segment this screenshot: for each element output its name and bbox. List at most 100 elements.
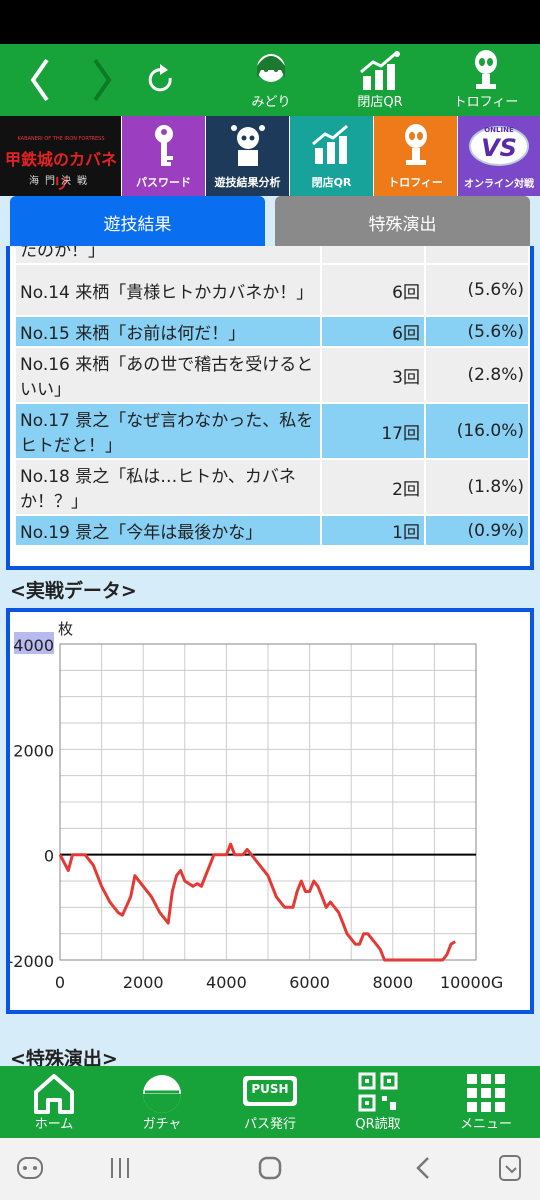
table-row: No.19 景之「今年は最後かな」 1回 (0.9%): [14, 514, 530, 547]
logo-subtitle: 海門決戦: [29, 176, 93, 187]
top-nav: みどり 閉店QR トロフィー: [0, 44, 540, 116]
row-name: No.16 来栖「あの世で稽古を受けるといい」: [14, 346, 322, 404]
password-banner[interactable]: パスワード: [122, 116, 206, 196]
x-tick-label: 8000: [372, 973, 413, 992]
recents-icon[interactable]: [106, 1154, 134, 1182]
y-tick-label: -2000: [10, 952, 54, 971]
table-row: たのか！」: [14, 246, 530, 265]
y-axis-unit-label: 枚: [58, 620, 73, 638]
bottom-nav-pass-label: パス発行: [243, 1117, 296, 1132]
home-circle-icon[interactable]: [256, 1154, 284, 1182]
row-name: たのか！」: [14, 246, 322, 265]
screenshot-icon[interactable]: [496, 1154, 524, 1182]
back-chevron-icon: [30, 58, 49, 102]
row-count: 1回: [320, 514, 426, 547]
tab-play-results-label: 遊技結果: [103, 214, 172, 235]
row-count: 6回: [320, 263, 426, 317]
system-nav-bar: [0, 1138, 540, 1200]
x-tick-label: 0: [55, 973, 65, 992]
results-table: たのか！」 No.14 来栖「貴様ヒトかカバネか！」 6回 (5.6%) No.…: [14, 246, 530, 547]
battle-data-chart: 4000 2000 0 -2000 枚 0 2000 4000 6000 8000 10000G: [6, 608, 534, 1014]
row-percent: (2.8%): [424, 346, 530, 404]
bottom-nav-home-label: ホーム: [34, 1117, 74, 1132]
home-icon: [34, 1074, 74, 1114]
closing-qr-banner[interactable]: 閉店QR: [290, 116, 374, 196]
character-icon: [257, 54, 285, 82]
analysis-label: 遊技結果分析: [214, 176, 281, 189]
analysis-icon: [230, 125, 265, 166]
qr-chart-icon: [360, 51, 400, 90]
status-bar: [0, 0, 540, 44]
menu-grid-icon: [467, 1074, 505, 1112]
x-tick-label: 10000G: [440, 973, 503, 992]
nav-trophy-label: トロフィー: [453, 95, 519, 110]
results-panel: たのか！」 No.14 来栖「貴様ヒトかカバネか！」 6回 (5.6%) No.…: [6, 246, 534, 570]
nav-trophy[interactable]: トロフィー: [448, 44, 524, 116]
row-name: No.18 景之「私は…ヒトか、カバネか！？」: [14, 458, 322, 516]
game-launcher-icon[interactable]: [16, 1154, 44, 1182]
row-name: No.19 景之「今年は最後かな」: [14, 514, 322, 547]
battle-data-heading: <実戦データ>: [10, 580, 137, 602]
analysis-banner[interactable]: 遊技結果分析: [206, 116, 290, 196]
trophy-label: トロフィー: [388, 176, 443, 189]
bottom-nav-qr-scan[interactable]: QR読取: [324, 1066, 432, 1138]
y-tick-label: 4000: [13, 636, 54, 655]
bottom-nav-gacha[interactable]: ガチャ: [108, 1066, 216, 1138]
result-tabs: 遊技結果 特殊演出: [10, 196, 530, 248]
x-tick-label: 6000: [289, 973, 330, 992]
gacha-icon: [143, 1075, 181, 1113]
trophy-banner[interactable]: トロフィー: [374, 116, 458, 196]
back-chevron-icon[interactable]: [410, 1154, 438, 1182]
table-row: No.15 来栖「お前は何だ！」 6回 (5.6%): [14, 315, 530, 348]
feature-banner-row: KABANERI OF THE IRON FORTRESS 甲鉄城のカバネリ 海…: [0, 116, 540, 196]
qr-icon: [358, 1072, 398, 1112]
online-versus-label: オンライン対戦: [464, 179, 534, 190]
table-row: No.14 来栖「貴様ヒトかカバネか！」 6回 (5.6%): [14, 263, 530, 317]
series-line: [58, 842, 456, 962]
nav-closing-qr[interactable]: 閉店QR: [342, 44, 418, 116]
table-row: No.18 景之「私は…ヒトか、カバネか！？」 2回 (1.8%): [14, 458, 530, 516]
row-name: No.17 景之「なぜ言わなかった、私をヒトだと！」: [14, 402, 322, 460]
tab-special-effects[interactable]: 特殊演出: [275, 196, 530, 248]
row-name: No.15 来栖「お前は何だ！」: [14, 315, 322, 348]
versus-badge-top: ONLINE: [484, 126, 514, 134]
table-row: No.16 来栖「あの世で稽古を受けるといい」 3回 (2.8%): [14, 346, 530, 404]
row-percent: (5.6%): [424, 315, 530, 348]
versus-badge-main: VS: [481, 134, 517, 162]
bottom-nav-menu[interactable]: メニュー: [432, 1066, 540, 1138]
logo-sub-top: KABANERI OF THE IRON FORTRESS: [17, 136, 105, 142]
refresh-button[interactable]: [140, 44, 184, 116]
chart-svg: 400020000-2000枚0 2000 4000 6000 8000 10000G: [8, 620, 504, 992]
row-percent: (16.0%): [424, 402, 530, 460]
row-name: No.14 来栖「貴様ヒトかカバネか！」: [14, 263, 322, 317]
qr-chart-icon: [311, 124, 348, 164]
tab-special-effects-label: 特殊演出: [368, 214, 437, 235]
key-icon: [154, 125, 173, 166]
refresh-icon: [148, 64, 172, 92]
game-logo-banner[interactable]: KABANERI OF THE IRON FORTRESS 甲鉄城のカバネリ 海…: [0, 116, 122, 196]
online-versus-banner[interactable]: ONLINE VS オンライン対戦: [458, 116, 540, 196]
y-tick-label: 0: [44, 847, 54, 866]
nav-midori[interactable]: みどり: [236, 44, 306, 116]
push-badge-text: PUSH: [251, 1082, 289, 1096]
nav-closing-qr-label: 閉店QR: [357, 95, 403, 110]
bottom-nav-qr-scan-label: QR読取: [355, 1117, 401, 1132]
trophy-icon: [475, 50, 497, 89]
row-count: 3回: [320, 346, 426, 404]
bottom-nav-home[interactable]: ホーム: [0, 1066, 108, 1138]
row-count: 6回: [320, 315, 426, 348]
row-percent: (0.9%): [424, 514, 530, 547]
forward-button[interactable]: [82, 44, 122, 116]
password-label: パスワード: [136, 176, 191, 189]
tab-play-results[interactable]: 遊技結果: [10, 196, 265, 248]
row-count: 17回: [320, 402, 426, 460]
y-tick-label: 2000: [13, 741, 54, 760]
back-button[interactable]: [20, 44, 60, 116]
row-percent: (5.6%): [424, 263, 530, 317]
bottom-nav-pass[interactable]: PUSH パス発行: [216, 1066, 324, 1138]
trophy-icon: [404, 124, 427, 165]
bottom-nav: ホーム ガチャ PUSH パス発行 QR読取 メニュー: [0, 1066, 540, 1138]
closing-qr-label: 閉店QR: [311, 176, 352, 189]
row-percent: (1.8%): [424, 458, 530, 516]
table-row: No.17 景之「なぜ言わなかった、私をヒトだと！」 17回 (16.0%): [14, 402, 530, 460]
